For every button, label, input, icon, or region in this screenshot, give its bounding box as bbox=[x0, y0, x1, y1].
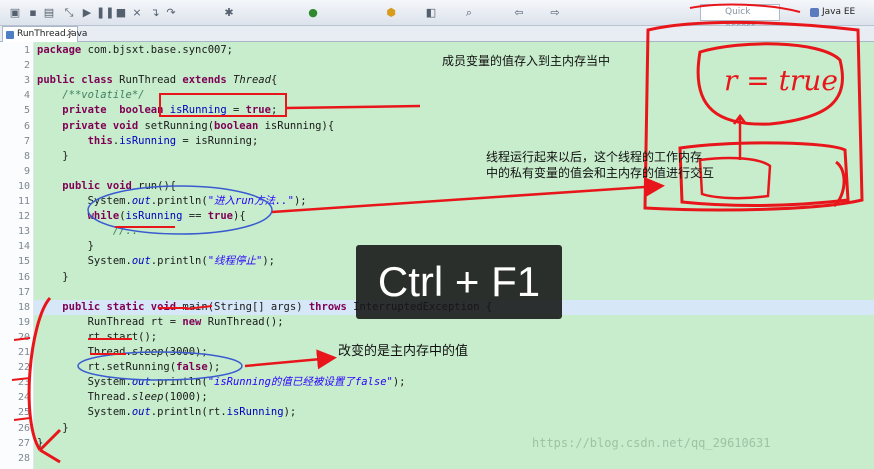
underline-boolean bbox=[159, 93, 287, 117]
memory-label: r = true bbox=[724, 64, 838, 97]
arrow-to-note3 bbox=[244, 349, 337, 370]
note-thread-memory-line1: 线程运行起来以后，这个线程的工作内存 bbox=[486, 150, 703, 164]
note-thread-memory-line2: 中的私有变量的值会和主内存的值进行交互 bbox=[486, 166, 715, 180]
arrow-to-worker-memory bbox=[271, 177, 665, 214]
sync-arrow bbox=[733, 113, 747, 160]
keyboard-shortcut-overlay: Ctrl + F1 bbox=[356, 245, 562, 319]
main-memory-box bbox=[643, 20, 864, 212]
left-bracket-arrow bbox=[27, 296, 62, 464]
ellipse-setrunning bbox=[77, 351, 243, 381]
arrow-to-note1 bbox=[285, 104, 421, 110]
note-member-variable: 成员变量的值存入到主内存当中 bbox=[442, 54, 611, 68]
watermark: https://blog.csdn.net/qq_29610631 bbox=[532, 436, 771, 450]
note-main-memory-change: 改变的是主内存中的值 bbox=[338, 344, 469, 359]
